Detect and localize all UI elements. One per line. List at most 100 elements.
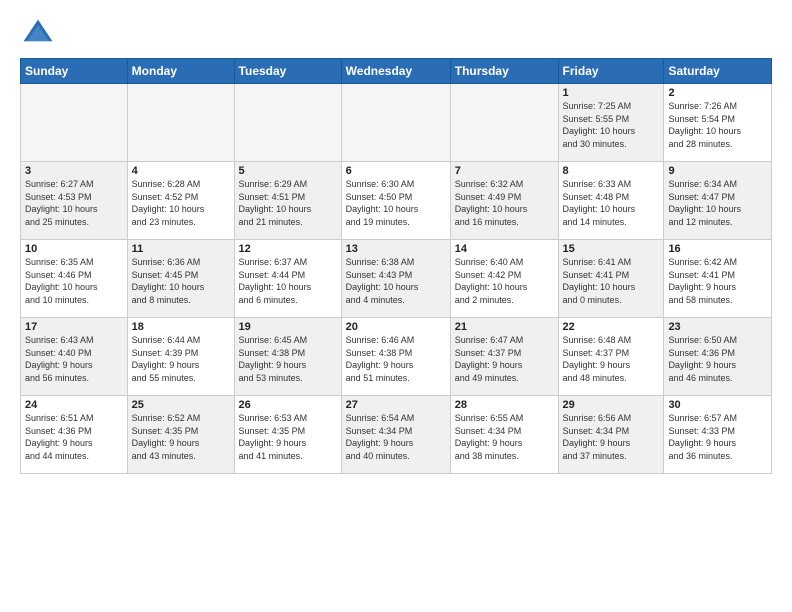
calendar-cell: 22Sunrise: 6:48 AM Sunset: 4:37 PM Dayli… — [558, 318, 664, 396]
day-number: 7 — [455, 165, 554, 177]
calendar-week-row: 1Sunrise: 7:25 AM Sunset: 5:55 PM Daylig… — [21, 84, 772, 162]
day-number: 22 — [563, 321, 660, 333]
day-info: Sunrise: 6:41 AM Sunset: 4:41 PM Dayligh… — [563, 256, 660, 306]
day-number: 2 — [668, 87, 767, 99]
day-number: 28 — [455, 399, 554, 411]
day-info: Sunrise: 6:47 AM Sunset: 4:37 PM Dayligh… — [455, 334, 554, 384]
day-number: 27 — [346, 399, 446, 411]
day-number: 1 — [563, 87, 660, 99]
calendar-cell: 21Sunrise: 6:47 AM Sunset: 4:37 PM Dayli… — [450, 318, 558, 396]
day-number: 4 — [132, 165, 230, 177]
day-number: 18 — [132, 321, 230, 333]
day-number: 12 — [239, 243, 337, 255]
calendar-header-tuesday: Tuesday — [234, 59, 341, 84]
calendar-cell: 15Sunrise: 6:41 AM Sunset: 4:41 PM Dayli… — [558, 240, 664, 318]
calendar-header-sunday: Sunday — [21, 59, 128, 84]
calendar-cell: 14Sunrise: 6:40 AM Sunset: 4:42 PM Dayli… — [450, 240, 558, 318]
calendar-cell: 18Sunrise: 6:44 AM Sunset: 4:39 PM Dayli… — [127, 318, 234, 396]
calendar-header-row: SundayMondayTuesdayWednesdayThursdayFrid… — [21, 59, 772, 84]
logo-icon — [20, 16, 56, 52]
day-info: Sunrise: 6:44 AM Sunset: 4:39 PM Dayligh… — [132, 334, 230, 384]
day-info: Sunrise: 6:33 AM Sunset: 4:48 PM Dayligh… — [563, 178, 660, 228]
header — [20, 16, 772, 52]
calendar-cell: 25Sunrise: 6:52 AM Sunset: 4:35 PM Dayli… — [127, 396, 234, 474]
day-info: Sunrise: 6:46 AM Sunset: 4:38 PM Dayligh… — [346, 334, 446, 384]
calendar-cell: 13Sunrise: 6:38 AM Sunset: 4:43 PM Dayli… — [341, 240, 450, 318]
day-info: Sunrise: 6:54 AM Sunset: 4:34 PM Dayligh… — [346, 412, 446, 462]
day-info: Sunrise: 6:43 AM Sunset: 4:40 PM Dayligh… — [25, 334, 123, 384]
day-number: 10 — [25, 243, 123, 255]
day-info: Sunrise: 6:36 AM Sunset: 4:45 PM Dayligh… — [132, 256, 230, 306]
calendar-cell: 8Sunrise: 6:33 AM Sunset: 4:48 PM Daylig… — [558, 162, 664, 240]
day-info: Sunrise: 6:52 AM Sunset: 4:35 PM Dayligh… — [132, 412, 230, 462]
calendar-cell: 20Sunrise: 6:46 AM Sunset: 4:38 PM Dayli… — [341, 318, 450, 396]
calendar-cell: 10Sunrise: 6:35 AM Sunset: 4:46 PM Dayli… — [21, 240, 128, 318]
day-number: 17 — [25, 321, 123, 333]
calendar-cell: 1Sunrise: 7:25 AM Sunset: 5:55 PM Daylig… — [558, 84, 664, 162]
calendar-cell — [450, 84, 558, 162]
day-number: 9 — [668, 165, 767, 177]
day-info: Sunrise: 6:38 AM Sunset: 4:43 PM Dayligh… — [346, 256, 446, 306]
calendar-cell: 30Sunrise: 6:57 AM Sunset: 4:33 PM Dayli… — [664, 396, 772, 474]
calendar-week-row: 3Sunrise: 6:27 AM Sunset: 4:53 PM Daylig… — [21, 162, 772, 240]
day-number: 8 — [563, 165, 660, 177]
calendar: SundayMondayTuesdayWednesdayThursdayFrid… — [20, 58, 772, 474]
calendar-cell: 26Sunrise: 6:53 AM Sunset: 4:35 PM Dayli… — [234, 396, 341, 474]
calendar-cell: 23Sunrise: 6:50 AM Sunset: 4:36 PM Dayli… — [664, 318, 772, 396]
calendar-cell: 7Sunrise: 6:32 AM Sunset: 4:49 PM Daylig… — [450, 162, 558, 240]
calendar-cell: 19Sunrise: 6:45 AM Sunset: 4:38 PM Dayli… — [234, 318, 341, 396]
calendar-header-wednesday: Wednesday — [341, 59, 450, 84]
calendar-cell — [234, 84, 341, 162]
day-number: 16 — [668, 243, 767, 255]
day-number: 19 — [239, 321, 337, 333]
day-info: Sunrise: 6:34 AM Sunset: 4:47 PM Dayligh… — [668, 178, 767, 228]
day-info: Sunrise: 6:27 AM Sunset: 4:53 PM Dayligh… — [25, 178, 123, 228]
calendar-cell: 17Sunrise: 6:43 AM Sunset: 4:40 PM Dayli… — [21, 318, 128, 396]
day-info: Sunrise: 6:40 AM Sunset: 4:42 PM Dayligh… — [455, 256, 554, 306]
day-number: 30 — [668, 399, 767, 411]
page: SundayMondayTuesdayWednesdayThursdayFrid… — [0, 0, 792, 484]
calendar-cell: 2Sunrise: 7:26 AM Sunset: 5:54 PM Daylig… — [664, 84, 772, 162]
day-number: 25 — [132, 399, 230, 411]
day-info: Sunrise: 6:53 AM Sunset: 4:35 PM Dayligh… — [239, 412, 337, 462]
calendar-cell: 4Sunrise: 6:28 AM Sunset: 4:52 PM Daylig… — [127, 162, 234, 240]
calendar-cell: 3Sunrise: 6:27 AM Sunset: 4:53 PM Daylig… — [21, 162, 128, 240]
day-info: Sunrise: 6:50 AM Sunset: 4:36 PM Dayligh… — [668, 334, 767, 384]
day-info: Sunrise: 6:45 AM Sunset: 4:38 PM Dayligh… — [239, 334, 337, 384]
logo — [20, 16, 60, 52]
day-info: Sunrise: 6:57 AM Sunset: 4:33 PM Dayligh… — [668, 412, 767, 462]
day-number: 21 — [455, 321, 554, 333]
calendar-cell: 29Sunrise: 6:56 AM Sunset: 4:34 PM Dayli… — [558, 396, 664, 474]
calendar-cell: 6Sunrise: 6:30 AM Sunset: 4:50 PM Daylig… — [341, 162, 450, 240]
day-info: Sunrise: 7:26 AM Sunset: 5:54 PM Dayligh… — [668, 100, 767, 150]
day-number: 15 — [563, 243, 660, 255]
calendar-cell: 11Sunrise: 6:36 AM Sunset: 4:45 PM Dayli… — [127, 240, 234, 318]
calendar-header-saturday: Saturday — [664, 59, 772, 84]
day-info: Sunrise: 6:51 AM Sunset: 4:36 PM Dayligh… — [25, 412, 123, 462]
day-info: Sunrise: 6:56 AM Sunset: 4:34 PM Dayligh… — [563, 412, 660, 462]
day-number: 14 — [455, 243, 554, 255]
calendar-week-row: 10Sunrise: 6:35 AM Sunset: 4:46 PM Dayli… — [21, 240, 772, 318]
calendar-cell: 27Sunrise: 6:54 AM Sunset: 4:34 PM Dayli… — [341, 396, 450, 474]
day-info: Sunrise: 6:42 AM Sunset: 4:41 PM Dayligh… — [668, 256, 767, 306]
day-number: 23 — [668, 321, 767, 333]
calendar-header-friday: Friday — [558, 59, 664, 84]
day-number: 20 — [346, 321, 446, 333]
day-number: 29 — [563, 399, 660, 411]
day-number: 24 — [25, 399, 123, 411]
day-number: 13 — [346, 243, 446, 255]
day-info: Sunrise: 6:55 AM Sunset: 4:34 PM Dayligh… — [455, 412, 554, 462]
day-info: Sunrise: 6:32 AM Sunset: 4:49 PM Dayligh… — [455, 178, 554, 228]
day-number: 11 — [132, 243, 230, 255]
calendar-cell — [127, 84, 234, 162]
day-number: 26 — [239, 399, 337, 411]
calendar-cell: 9Sunrise: 6:34 AM Sunset: 4:47 PM Daylig… — [664, 162, 772, 240]
calendar-cell: 28Sunrise: 6:55 AM Sunset: 4:34 PM Dayli… — [450, 396, 558, 474]
calendar-cell — [341, 84, 450, 162]
day-number: 3 — [25, 165, 123, 177]
calendar-week-row: 24Sunrise: 6:51 AM Sunset: 4:36 PM Dayli… — [21, 396, 772, 474]
calendar-cell: 16Sunrise: 6:42 AM Sunset: 4:41 PM Dayli… — [664, 240, 772, 318]
day-info: Sunrise: 6:35 AM Sunset: 4:46 PM Dayligh… — [25, 256, 123, 306]
day-number: 5 — [239, 165, 337, 177]
calendar-header-thursday: Thursday — [450, 59, 558, 84]
